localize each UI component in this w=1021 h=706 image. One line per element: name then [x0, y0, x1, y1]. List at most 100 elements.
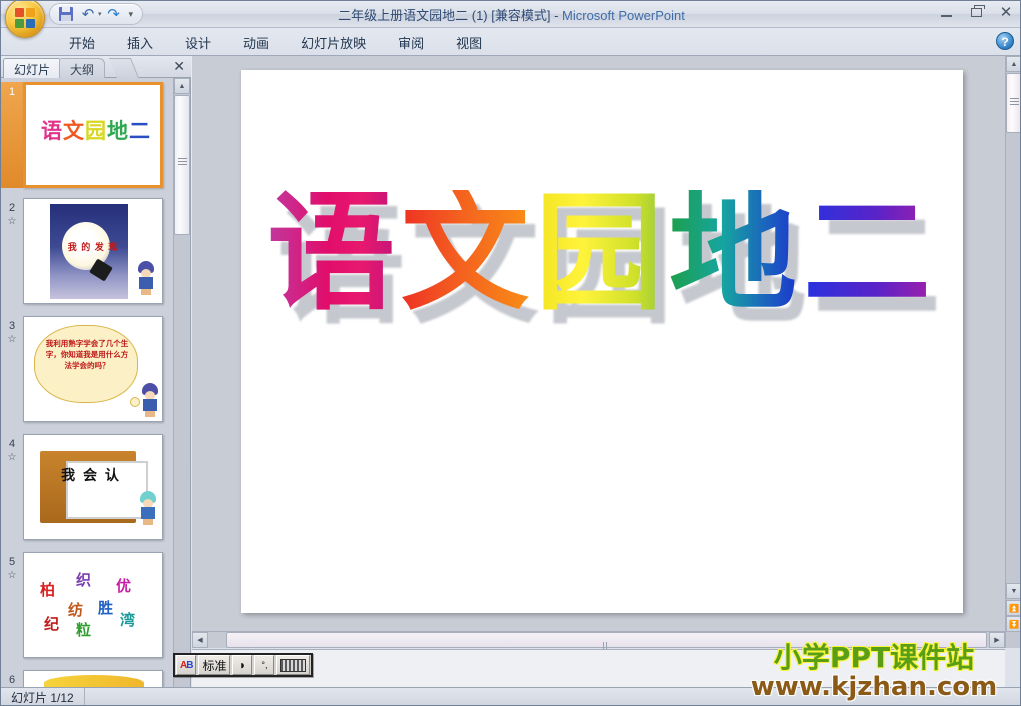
- scroll-down-button[interactable]: ▼: [1006, 583, 1020, 599]
- close-pane-icon[interactable]: ✕: [173, 58, 185, 75]
- slide-counter: 幻灯片 1/12: [1, 687, 85, 705]
- horizontal-scroll-track[interactable]: [208, 632, 989, 668]
- tab-slides[interactable]: 幻灯片: [3, 58, 62, 78]
- window-title: 二年级上册语文园地二 (1) [兼容模式] - Microsoft PowerP…: [1, 5, 1020, 24]
- ime-input-method-button[interactable]: 标准: [198, 655, 231, 675]
- animation-star-icon: ☆: [7, 570, 17, 581]
- slide-thumbnail-6-canvas: [23, 670, 163, 687]
- slide-5-char-5: 纪: [44, 615, 60, 633]
- slide-horizontal-scrollbar[interactable]: ◀ ▶: [192, 631, 1005, 668]
- slide-thumbnail-6[interactable]: 6: [1, 670, 173, 687]
- slide-thumbnail-5[interactable]: 5 ☆ 柏 织 优 纺 胜 纪 粒 湾: [1, 552, 173, 658]
- wordart-char-3: 园: [534, 179, 669, 328]
- wordart-char-2: 文: [400, 179, 535, 328]
- scroll-left-button[interactable]: ◀: [192, 632, 208, 648]
- slide-thumbnail-5-canvas: 柏 织 优 纺 胜 纪 粒 湾: [23, 552, 163, 658]
- tab-animations[interactable]: 动画: [227, 29, 285, 56]
- scroll-grip-icon: [602, 637, 611, 668]
- keyboard-icon: [280, 658, 307, 672]
- slide-6-decoration: [44, 675, 144, 687]
- notes-pane[interactable]: 单击此处添加备注: [192, 649, 1005, 687]
- double-up-arrow-icon: ⏫: [1009, 603, 1019, 613]
- ime-punctuation-button[interactable]: °,: [254, 655, 275, 675]
- cartoon-girl-icon: [136, 261, 156, 295]
- slide-3-bubble-text: 我利用熟字学会了几个生字，你知道我是用什么方法学会的吗？: [45, 339, 129, 370]
- slide-thumbnail-1[interactable]: 1 语文园地二: [1, 82, 173, 188]
- scroll-up-button[interactable]: ▲: [1006, 56, 1020, 72]
- slide-number-4: 4 ☆: [1, 434, 23, 540]
- close-icon: ✕: [999, 4, 1013, 21]
- slide-thumbnail-3[interactable]: 3 ☆ 我利用熟字学会了几个生字，你知道我是用什么方法学会的吗？: [1, 316, 173, 422]
- slide-5-char-1: 织: [76, 571, 92, 589]
- half-moon-icon: ◗: [238, 658, 247, 672]
- double-down-arrow-icon: ⏬: [1009, 619, 1019, 629]
- current-slide-canvas[interactable]: 语文园地二: [241, 70, 963, 613]
- horizontal-scroll-thumb[interactable]: [226, 632, 987, 668]
- cartoon-girl-icon: [138, 491, 158, 525]
- cartoon-girl-icon: [140, 383, 160, 417]
- slide-5-char-3: 纺: [68, 601, 84, 619]
- slide-number-6: 6: [8, 674, 16, 686]
- minimize-button[interactable]: [936, 4, 956, 20]
- slide-4-label: 我 会 认: [61, 467, 121, 483]
- slide-thumbnail-4-canvas: 我 会 认: [23, 434, 163, 540]
- book-image: [40, 451, 148, 523]
- slides-pane-scroll-up-button[interactable]: ▲: [174, 78, 190, 94]
- punctuation-icon: °,: [261, 660, 268, 670]
- slide-vertical-scrollbar[interactable]: ▲ ▼ ⏫ ⏬: [1005, 56, 1020, 648]
- lightbulb-image: 我 的 发 现: [50, 204, 128, 299]
- ime-full-half-width-button[interactable]: ◗: [232, 655, 253, 675]
- vertical-scroll-thumb[interactable]: [1006, 73, 1020, 133]
- next-slide-button[interactable]: ⏬: [1006, 616, 1020, 632]
- animation-star-icon: ☆: [7, 216, 17, 227]
- office-logo-icon: [15, 8, 36, 29]
- slide-title-wordart[interactable]: 语文园地二: [241, 190, 963, 318]
- slide-5-char-7: 湾: [120, 611, 136, 629]
- tab-design[interactable]: 设计: [169, 29, 227, 56]
- tab-review[interactable]: 审阅: [382, 29, 440, 56]
- window-title-app: Microsoft PowerPoint: [562, 8, 685, 23]
- tab-slideshow[interactable]: 幻灯片放映: [285, 29, 382, 56]
- ime-soft-keyboard-button[interactable]: [276, 655, 311, 675]
- ribbon-tab-strip: 开始 插入 设计 动画 幻灯片放映 审阅 视图 ?: [1, 28, 1020, 56]
- ribbon-tabs: 开始 插入 设计 动画 幻灯片放映 审阅 视图: [53, 28, 498, 56]
- window-title-document: 二年级上册语文园地二 (1) [兼容模式]: [338, 8, 551, 23]
- slides-pane-scrollbar[interactable]: ▲: [173, 78, 190, 687]
- slides-pane-tabs: 幻灯片 大纲 ✕: [1, 56, 191, 78]
- minimize-icon: [940, 14, 952, 17]
- window-controls: ✕: [936, 4, 1016, 21]
- slide-thumbnail-4[interactable]: 4 ☆ 我 会 认: [1, 434, 173, 540]
- speech-bubble-tail-icon: [130, 397, 140, 407]
- status-bar-filler: [85, 688, 1020, 706]
- slide-5-char-2: 优: [116, 577, 132, 595]
- slide-number-2: 2 ☆: [1, 198, 23, 304]
- slide-thumbnail-list[interactable]: 1 语文园地二 2 ☆ 我 的 发 现 3 ☆ 我利用熟字学会了几个生字，你知道…: [1, 78, 173, 687]
- slide-thumbnail-2-canvas: 我 的 发 现: [23, 198, 163, 304]
- tab-view[interactable]: 视图: [440, 29, 498, 56]
- slide-thumbnail-2[interactable]: 2 ☆ 我 的 发 现: [1, 198, 173, 304]
- ab-icon: AB: [180, 659, 194, 671]
- scroll-right-button[interactable]: ▶: [989, 632, 1005, 648]
- slide-number-5: 5 ☆: [1, 552, 23, 658]
- slides-pane-scroll-thumb[interactable]: [174, 95, 190, 235]
- help-button[interactable]: ?: [996, 32, 1014, 50]
- title-bar: ↶ ▾ ↷ ▾ 二年级上册语文园地二 (1) [兼容模式] - Microsof…: [1, 1, 1020, 38]
- status-bar: 幻灯片 1/12: [1, 687, 1020, 706]
- animation-star-icon: ☆: [7, 452, 17, 463]
- ime-language-bar[interactable]: AB 标准 ◗ °,: [173, 653, 314, 677]
- ime-mode-toggle-button[interactable]: AB: [176, 655, 197, 675]
- scroll-grip-icon: [1010, 98, 1019, 106]
- tab-home[interactable]: 开始: [53, 29, 111, 56]
- slide-1-title-preview: 语文园地二: [41, 119, 151, 143]
- tab-strip-decoration: [108, 58, 139, 78]
- slide-edit-area[interactable]: 语文园地二: [192, 56, 1005, 631]
- previous-slide-button[interactable]: ⏫: [1006, 600, 1020, 616]
- close-button[interactable]: ✕: [996, 4, 1016, 21]
- restore-button[interactable]: [966, 4, 986, 20]
- tab-insert[interactable]: 插入: [111, 29, 169, 56]
- wordart-char-4: 地: [669, 179, 804, 328]
- slide-thumbnail-3-canvas: 我利用熟字学会了几个生字，你知道我是用什么方法学会的吗？: [23, 316, 163, 422]
- slide-5-char-0: 柏: [40, 581, 56, 599]
- tab-outline[interactable]: 大纲: [59, 58, 106, 78]
- slide-5-char-4: 胜: [98, 599, 114, 617]
